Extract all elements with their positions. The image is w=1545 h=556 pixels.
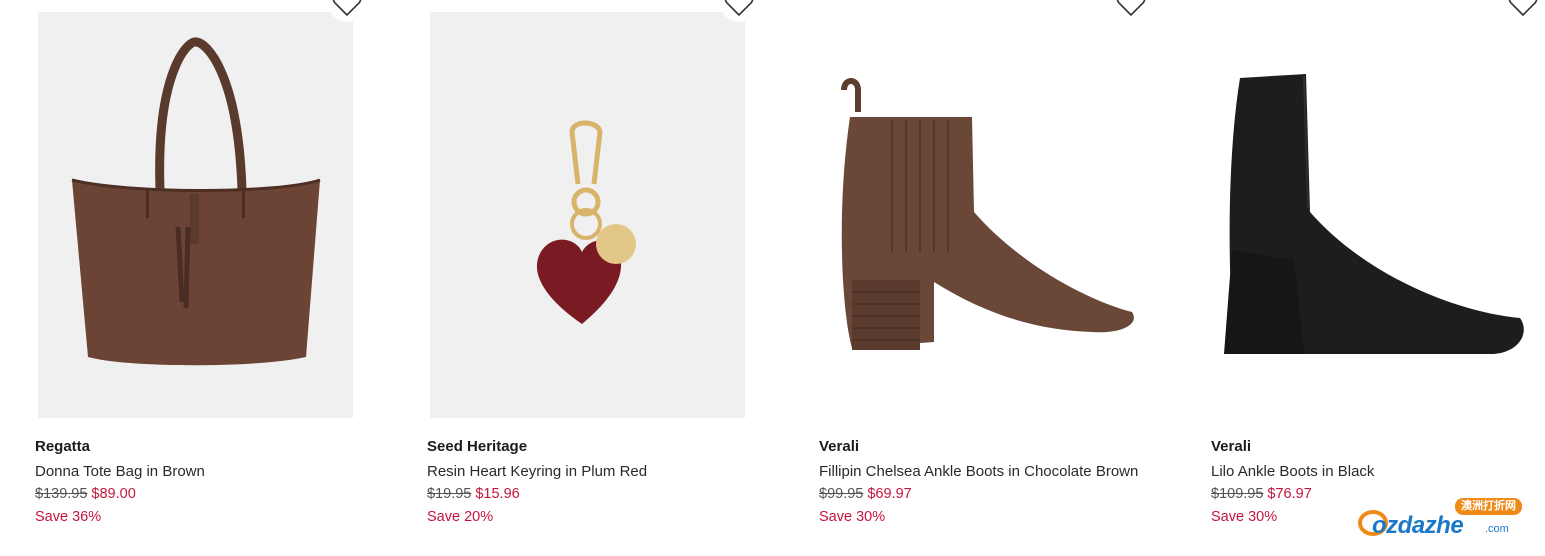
product-image[interactable] — [822, 12, 1137, 418]
discount-label: Save 36% — [35, 509, 102, 525]
sale-price: $15.96 — [475, 486, 520, 502]
original-price: $19.95 — [427, 486, 472, 502]
price-row: $19.95 $15.96 — [427, 486, 520, 502]
product-brand[interactable]: Verali — [819, 438, 859, 455]
original-price: $99.95 — [819, 486, 864, 502]
watermark-suffix: .com — [1485, 523, 1509, 535]
watermark-logo: 澳洲打折网 ozdazhe .com — [1358, 498, 1526, 546]
watermark-word: ozdazhe — [1372, 512, 1464, 539]
watermark-badge: 澳洲打折网 — [1455, 498, 1522, 515]
product-card[interactable]: Verali Lilo Ankle Boots in Black $109.95… — [1211, 0, 1541, 556]
price-row: $139.95 $89.00 — [35, 486, 136, 502]
sale-price: $69.97 — [867, 486, 912, 502]
discount-label: Save 30% — [819, 509, 886, 525]
brown-chelsea-boot-image — [822, 12, 1137, 418]
product-card[interactable]: Seed Heritage Resin Heart Keyring in Plu… — [427, 0, 757, 556]
price-row: $99.95 $69.97 — [819, 486, 912, 502]
product-grid: Regatta Donna Tote Bag in Brown $139.95 $… — [0, 0, 1545, 556]
product-image[interactable] — [430, 12, 745, 418]
product-brand[interactable]: Verali — [1211, 438, 1251, 455]
product-name[interactable]: Resin Heart Keyring in Plum Red — [427, 463, 647, 480]
product-image[interactable] — [38, 12, 353, 418]
price-row: $109.95 $76.97 — [1211, 486, 1312, 502]
heart-keyring-image — [430, 12, 745, 418]
product-brand[interactable]: Regatta — [35, 438, 90, 455]
sale-price: $76.97 — [1267, 486, 1312, 502]
product-image[interactable] — [1214, 12, 1529, 418]
sale-price: $89.00 — [91, 486, 136, 502]
product-brand[interactable]: Seed Heritage — [427, 438, 527, 455]
product-name[interactable]: Donna Tote Bag in Brown — [35, 463, 205, 480]
heart-outline-icon — [1116, 0, 1146, 17]
product-card[interactable]: Regatta Donna Tote Bag in Brown $139.95 $… — [35, 0, 365, 556]
product-card[interactable]: Verali Fillipin Chelsea Ankle Boots in C… — [819, 0, 1149, 556]
heart-outline-icon — [724, 0, 754, 17]
black-ankle-boot-image — [1214, 12, 1529, 418]
heart-outline-icon — [332, 0, 362, 17]
discount-label: Save 20% — [427, 509, 494, 525]
heart-outline-icon — [1508, 0, 1538, 17]
discount-label: Save 30% — [1211, 509, 1278, 525]
brown-tote-bag-image — [38, 12, 353, 418]
original-price: $139.95 — [35, 486, 88, 502]
original-price: $109.95 — [1211, 486, 1264, 502]
product-name[interactable]: Fillipin Chelsea Ankle Boots in Chocolat… — [819, 463, 1138, 480]
product-name[interactable]: Lilo Ankle Boots in Black — [1211, 463, 1374, 480]
